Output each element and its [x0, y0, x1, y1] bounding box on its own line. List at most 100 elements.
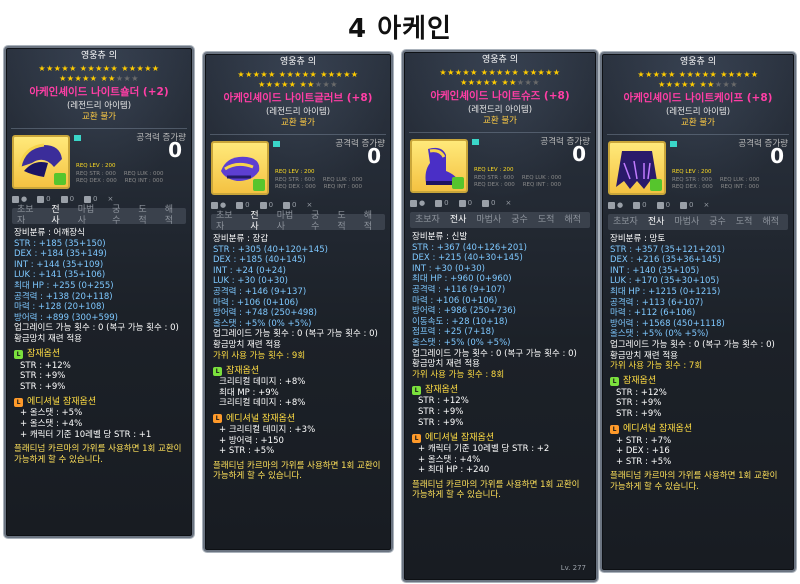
class-label: 전사 [449, 214, 467, 225]
additional-potential-line: + STR : +5% [219, 446, 275, 457]
potential-line: 크리티컬 데미지 : +8% [219, 398, 306, 409]
potential-line: 크리티컬 데미지 : +8% [219, 377, 306, 388]
stat-line: 마력 : +112 (6+106) [610, 308, 696, 319]
additional-potential-line: + 올스탯 : +4% [418, 454, 481, 465]
req-str: REQ STR : 000 [672, 176, 712, 183]
potential-icon: L [14, 350, 23, 360]
req-luk: REQ LUK : 000 [123, 170, 164, 177]
class-label: 마법사 [77, 205, 95, 226]
padlock-icon [54, 173, 66, 185]
stat-line: 공격력 : +138 (20+118) [14, 291, 113, 302]
potential-line: STR : +12% [418, 396, 469, 407]
stat-line: 방어력 : +986 (250+736) [412, 306, 516, 317]
stat-line: LUK : +30 (0+30) [213, 276, 288, 287]
stat-line: 올스탯 : +5% (0% +5%) [213, 318, 312, 329]
class-label: 전사 [250, 211, 259, 232]
stat-line: 공격력 : +146 (9+137) [213, 286, 307, 297]
additional-potential-line: + STR : +5% [616, 456, 672, 467]
grade-chip-icon [74, 135, 81, 141]
potential-line: STR : +9% [20, 371, 66, 382]
req-int: REQ INT : 000 [522, 182, 562, 188]
trade-icons-row: ● 0 0 0 × [404, 197, 596, 209]
trade-icons-row: ● 0 0 0 × [6, 193, 192, 205]
stat-line: LUK : +141 (35+106) [14, 270, 106, 281]
stat-line: INT : +30 (0+30) [412, 263, 485, 274]
divider [409, 132, 591, 133]
stat-line: 황금망치 재련 적용 [14, 333, 82, 344]
padlock-icon [452, 177, 464, 189]
karma-scissors-note: 플래티넘 카르마의 가위를 사용하면 1회 교환이 가능하게 할 수 있습니다. [412, 479, 580, 501]
additional-potential-icon: L [412, 433, 421, 443]
req-str: REQ STR : 000 [76, 170, 116, 177]
star-force-row-2: ★★★★★ ★★★★★ [658, 80, 738, 89]
class-requirement-row: 초보자 전사 마법사 궁수 도적 해적 [12, 205, 186, 226]
stats-block: 장비분류 : 망토 STR : +357 (35+121+201) DEX : +2… [602, 230, 794, 372]
trade-status: 교환 불가 [681, 118, 715, 128]
stat-line: 황금망치 재련 적용 [610, 350, 678, 361]
potential-line: STR : +9% [616, 408, 662, 419]
stat-line: 업그레이드 가능 횟수 : 0 (복구 가능 횟수 : 0) [610, 339, 775, 350]
class-requirement-row: 초보자 전사 마법사 궁수 도적 해적 [211, 211, 385, 232]
req-luk: REQ LUK : 000 [521, 174, 562, 181]
stats-block: 장비분류 : 어깨장식 STR : +185 (35+150) DEX : +184… [6, 224, 192, 345]
item-icon [211, 141, 269, 195]
class-label: 해적 [762, 216, 779, 227]
additional-potential-line: + 올스탯 : +5% [20, 408, 83, 419]
class-label: 도적 [735, 216, 753, 227]
grade-chip-icon [273, 141, 280, 147]
additional-potential-line: + 캐릭터 기준 10레벨 당 STR : +2 [418, 444, 550, 455]
trade-icons-row: ● 0 0 0 × [602, 199, 794, 211]
class-label: 도적 [138, 205, 147, 226]
stat-line: 이동속도 : +28 (10+18) [412, 316, 508, 327]
additional-potential-line: + 캐릭터 기준 10레벨 당 STR : +1 [20, 429, 152, 440]
req-luk: REQ LUK : 000 [322, 176, 363, 183]
requirements: REQ LEV : 200 REQ STR : 600 REQ LUK : 000… [474, 167, 562, 190]
level-tag: Lv. 277 [560, 564, 586, 573]
stat-line: DEX : +184 (35+149) [14, 249, 107, 260]
stat-line: DEX : +185 (40+145) [213, 255, 306, 266]
additional-potential-options: + 올스탯 : +5% + 올스탯 : +4% + 캐릭터 기준 10레벨 당 ST… [6, 408, 192, 440]
potential-line: STR : +9% [418, 406, 464, 417]
star-force-row-2: ★★★★★ ★★★★★ [258, 80, 338, 89]
stat-line: DEX : +216 (35+36+145) [610, 255, 721, 266]
item-name: 아케인셰이드 나이트글러브 (+8) [223, 92, 373, 104]
req-dex: REQ DEX : 000 [474, 182, 515, 188]
req-dex: REQ DEX : 000 [275, 184, 316, 190]
stat-line: 가위 사용 가능 횟수 : 7회 [610, 361, 703, 372]
class-label: 궁수 [112, 205, 121, 226]
additional-potential-options: + 캐릭터 기준 10레벨 당 STR : +2 + 올스탯 : +4% + 최대 … [404, 444, 596, 476]
class-requirement-row: 초보자 전사 마법사 궁수 도적 해적 [608, 214, 788, 230]
trade-icons-row: ● 0 0 0 × [205, 199, 391, 211]
item-name: 아케인셰이드 나이트숄더 (+2) [29, 86, 169, 98]
req-str: REQ STR : 600 [474, 174, 514, 181]
stat-line: STR : +357 (35+121+201) [610, 244, 725, 255]
req-int: REQ INT : 000 [323, 184, 363, 190]
trade-status: 교환 불가 [281, 118, 315, 128]
req-str: REQ STR : 600 [275, 176, 315, 183]
stat-line: 마력 : +128 (20+108) [14, 302, 105, 313]
req-lev: REQ LEV : 200 [672, 169, 712, 175]
potential-line: STR : +12% [616, 387, 667, 398]
stat-line: 업그레이드 가능 횟수 : 0 (복구 가능 횟수 : 0) [213, 329, 378, 340]
potential-line: STR : +9% [418, 417, 464, 428]
class-label: 전사 [647, 216, 665, 227]
stat-line: 황금망치 재련 적용 [213, 339, 281, 350]
trade-status: 교환 불가 [483, 116, 517, 126]
star-force-row-1: ★★★★★ ★★★★★ ★★★★★ [439, 68, 561, 77]
additional-potential-line: + 크리티컬 데미지 : +3% [219, 424, 316, 435]
grade-chip-icon [472, 139, 479, 145]
stat-line: 업그레이드 가능 횟수 : 0 (복구 가능 횟수 : 0) [412, 348, 577, 359]
additional-potential-line: + 올스탯 : +4% [20, 418, 83, 429]
star-force-row-1: ★★★★★ ★★★★★ ★★★★★ [637, 70, 759, 79]
class-label: 전사 [51, 205, 60, 226]
atk-increase-value: 0 [770, 144, 784, 168]
potential-line: STR : +12% [20, 360, 71, 371]
stat-line: 최대 HP : +255 (0+255) [14, 280, 114, 291]
class-label: 초보자 [613, 216, 638, 227]
potential-options: STR : +12% STR : +9% STR : +9% [404, 396, 596, 428]
item-name: 아케인셰이드 나이트케이프 (+8) [623, 92, 773, 104]
divider [607, 134, 789, 135]
item-grade: (레전드리 아이템) [66, 101, 132, 111]
class-label: 도적 [337, 211, 346, 232]
potential-line: STR : +9% [20, 381, 66, 392]
